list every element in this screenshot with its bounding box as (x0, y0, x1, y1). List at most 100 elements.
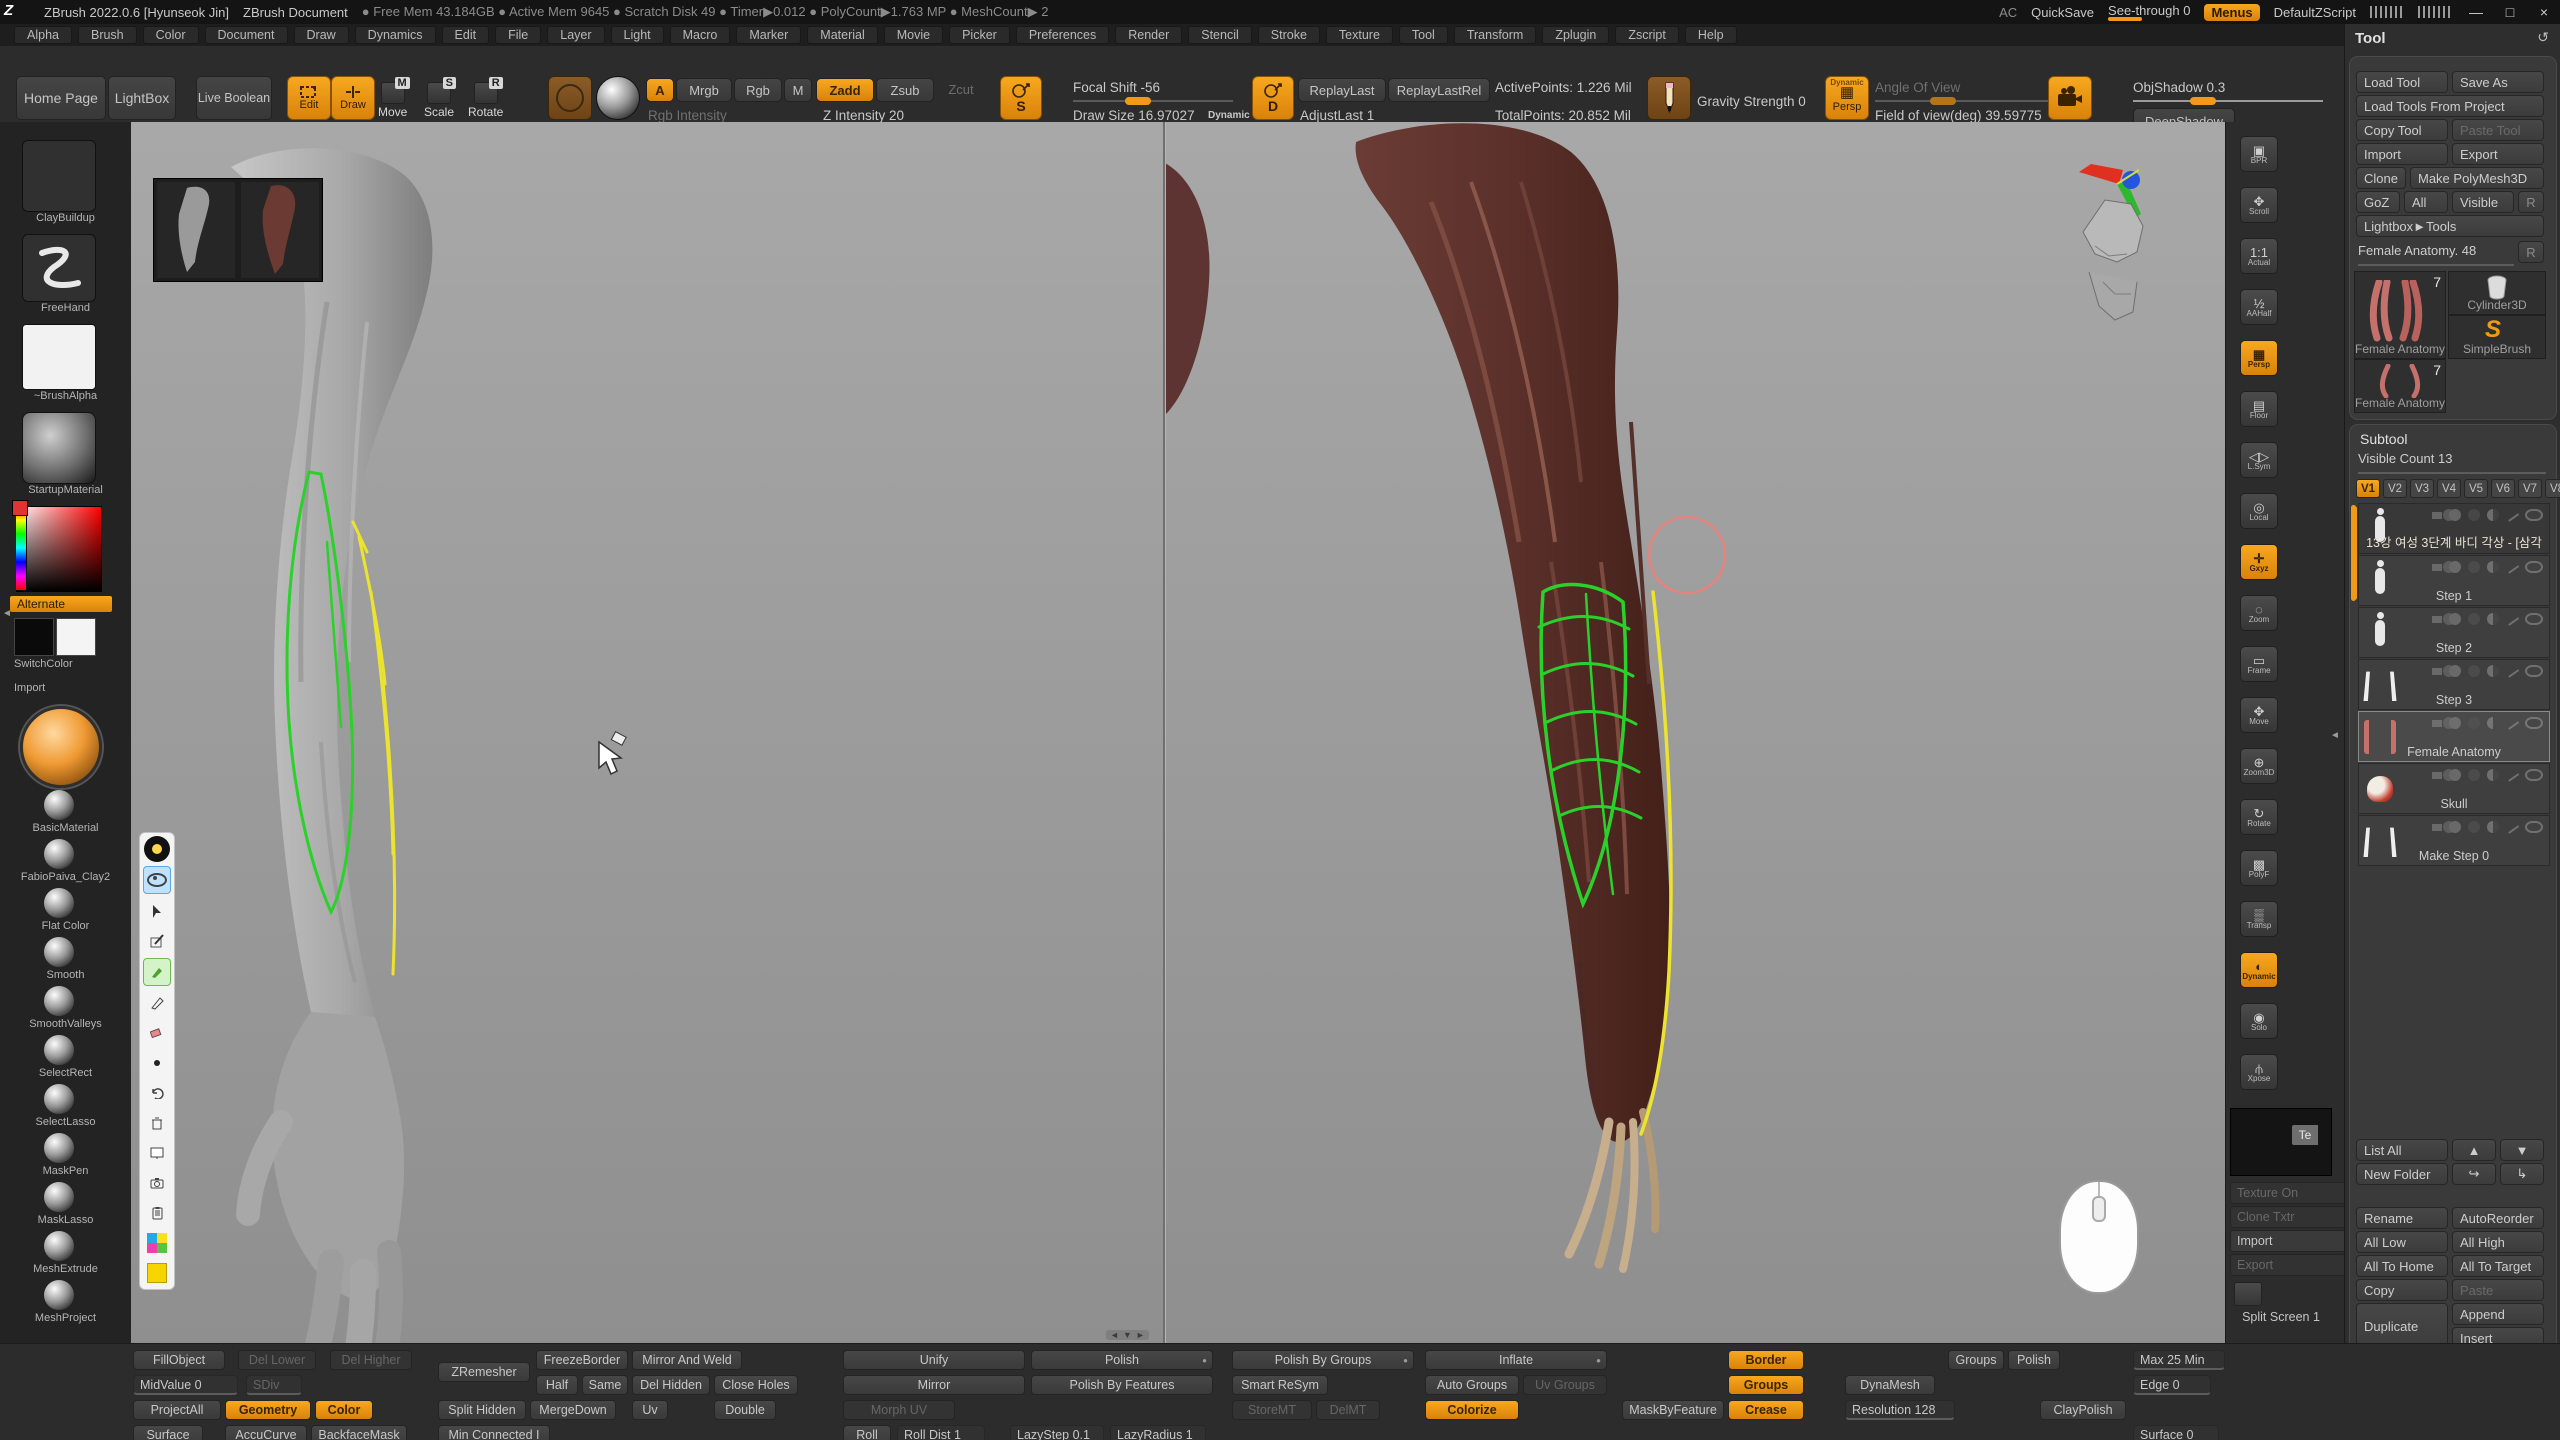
bottom-shelf-button[interactable]: Edge 0 (2133, 1375, 2211, 1395)
zadd-button[interactable]: Zadd (816, 78, 874, 102)
sidebar-material-item[interactable]: MaskLasso (0, 1182, 131, 1230)
eye-icon[interactable] (2525, 561, 2543, 573)
bottom-shelf-button[interactable]: Smart ReSym (1232, 1375, 1328, 1395)
import-button[interactable]: Import (2356, 143, 2448, 165)
adjust-last-slider[interactable]: AdjustLast 1 (1300, 108, 1374, 123)
make-polymesh3d-button[interactable]: Make PolyMesh3D (2410, 167, 2544, 189)
color-palette-icon[interactable] (144, 1230, 170, 1256)
bottom-shelf-button[interactable]: Color (315, 1400, 373, 1420)
bottom-shelf-button[interactable]: Split Hidden (438, 1400, 526, 1420)
cursor-tool-icon[interactable] (144, 898, 170, 924)
shelf-tool-icon[interactable]: ▩ PolyF (2240, 850, 2278, 886)
home-page-button[interactable]: Home Page (16, 76, 106, 120)
mrgb-button[interactable]: Mrgb (676, 78, 732, 102)
fov-slider[interactable]: Field of view(deg) 39.59775 (1875, 108, 2042, 123)
shelf-tool-icon[interactable]: ▦ Persp (2240, 340, 2278, 376)
bottom-shelf-button[interactable]: Resolution 128 (1845, 1400, 1955, 1420)
shelf-tool-icon[interactable]: ✥ Move (2240, 697, 2278, 733)
copy-tool-button[interactable]: Copy Tool (2356, 119, 2448, 141)
focal-shift-nub[interactable] (1125, 97, 1151, 105)
restore-button[interactable]: □ (2500, 4, 2520, 20)
tool-r-button[interactable]: R (2518, 241, 2544, 263)
bottom-shelf-button[interactable]: Min Connected I (438, 1425, 550, 1440)
difference-icon[interactable] (2487, 769, 2499, 781)
subtool-item[interactable]: Step 1 (2358, 555, 2550, 606)
load-tool-button[interactable]: Load Tool (2356, 71, 2448, 93)
rotate-button[interactable]: R Rotate (468, 82, 503, 119)
left-collapse-arrow[interactable]: ◄ (2, 608, 12, 619)
brush-icon[interactable] (2505, 612, 2519, 625)
goz-button[interactable]: GoZ (2356, 191, 2400, 213)
bottom-shelf-button[interactable]: Surface (133, 1425, 203, 1440)
scrub-right-icon[interactable] (2418, 6, 2452, 18)
polypaint-icon[interactable] (2449, 821, 2461, 833)
sidebar-material-item[interactable]: Smooth (0, 937, 131, 985)
camera-button[interactable] (2048, 76, 2092, 120)
menu-item[interactable]: Draw (294, 26, 349, 44)
bottom-shelf-button[interactable]: Groups (1948, 1350, 2004, 1370)
menu-item[interactable]: Stencil (1188, 26, 1252, 44)
menu-item[interactable]: Light (611, 26, 664, 44)
polypaint-icon[interactable] (2449, 665, 2461, 677)
export-button[interactable]: Export (2452, 143, 2544, 165)
bottom-shelf-button[interactable]: DelMT (1316, 1400, 1380, 1420)
flatten-arrow-icon[interactable] (2432, 564, 2442, 571)
menu-item[interactable]: Marker (736, 26, 801, 44)
alternate-button[interactable]: Alternate (10, 596, 112, 612)
bottom-shelf-button[interactable]: Surface 0 (2133, 1425, 2219, 1440)
shelf-tool-icon[interactable]: ◁▷ L.Sym (2240, 442, 2278, 478)
default-zscript-button[interactable]: DefaultZScript (2274, 5, 2356, 20)
bottom-shelf-button[interactable]: ProjectAll (133, 1400, 221, 1420)
brush-icon[interactable] (2505, 560, 2519, 573)
goz-all-button[interactable]: All (2404, 191, 2448, 213)
all-to-target-button[interactable]: All To Target (2452, 1255, 2544, 1277)
a-toggle-button[interactable]: A (646, 78, 674, 102)
highlighter-tool-icon[interactable] (143, 958, 171, 986)
visibility-tab[interactable]: V8 (2545, 479, 2560, 498)
shaded-sphere-icon[interactable] (2468, 717, 2480, 729)
menu-item[interactable]: Brush (78, 26, 137, 44)
show-hide-eye-icon[interactable] (143, 866, 171, 894)
visible-count-slider[interactable]: Visible Count 13 (2358, 451, 2546, 471)
difference-icon[interactable] (2487, 821, 2499, 833)
pencil-tool-icon[interactable] (144, 990, 170, 1016)
menus-button[interactable]: Menus (2204, 4, 2259, 21)
all-to-home-button[interactable]: All To Home (2356, 1255, 2448, 1277)
simplebrush-thumbnail[interactable]: S SimpleBrush (2448, 315, 2546, 359)
bottom-shelf-button[interactable]: Del Higher (330, 1350, 412, 1370)
split-screen-icon[interactable] (2234, 1282, 2262, 1306)
switch-color-button[interactable]: SwitchColor (0, 658, 145, 670)
previous-tool-thumbnail[interactable]: 7 Female Anatomy (2354, 359, 2446, 413)
viewport-split-divider[interactable] (1163, 122, 1165, 1343)
list-all-button[interactable]: List All (2356, 1139, 2448, 1161)
visibility-tab[interactable]: V7 (2518, 479, 2542, 498)
bottom-shelf-button[interactable]: Uv Groups (1523, 1375, 1607, 1395)
shaded-sphere-icon[interactable] (2468, 665, 2480, 677)
current-color-swatch[interactable] (12, 500, 28, 516)
subtool-item[interactable]: Skull (2358, 763, 2550, 814)
visibility-tab[interactable]: V4 (2437, 479, 2461, 498)
subtool-item[interactable]: Make Step 0 (2358, 815, 2550, 866)
bottom-shelf-button[interactable]: Auto Groups (1425, 1375, 1519, 1395)
texture-import-button[interactable]: Import (2230, 1230, 2346, 1252)
menu-item[interactable]: Zscript (1615, 26, 1679, 44)
shelf-tool-icon[interactable]: ▤ Floor (2240, 391, 2278, 427)
clone-button[interactable]: Clone (2356, 167, 2406, 189)
bottom-shelf-button[interactable]: ClayPolish (2040, 1400, 2126, 1420)
muscle-arm-model[interactable] (1163, 123, 1670, 1269)
eye-icon[interactable] (2525, 821, 2543, 833)
annotation-app-icon[interactable] (144, 836, 170, 862)
trash-icon[interactable] (144, 1110, 170, 1136)
draw-size-slider[interactable]: Draw Size 16.97027 (1073, 108, 1195, 123)
rgb-intensity-slider[interactable]: Rgb Intensity (648, 108, 727, 123)
bottom-shelf-button[interactable]: Roll (843, 1425, 891, 1440)
move-into-folder-button[interactable]: ↳ (2500, 1163, 2544, 1185)
stroke-preview-icon[interactable] (548, 76, 592, 120)
live-boolean-button[interactable]: Live Boolean (196, 76, 272, 120)
split-screen-label[interactable]: Split Screen 1 (2226, 1310, 2336, 1324)
difference-icon[interactable] (2487, 717, 2499, 729)
gravity-strength-slider[interactable]: Gravity Strength 0 (1697, 94, 1806, 109)
menu-item[interactable]: Transform (1454, 26, 1537, 44)
sidebar-material-item[interactable]: MeshExtrude (0, 1231, 131, 1279)
save-as-button[interactable]: Save As (2452, 71, 2544, 93)
